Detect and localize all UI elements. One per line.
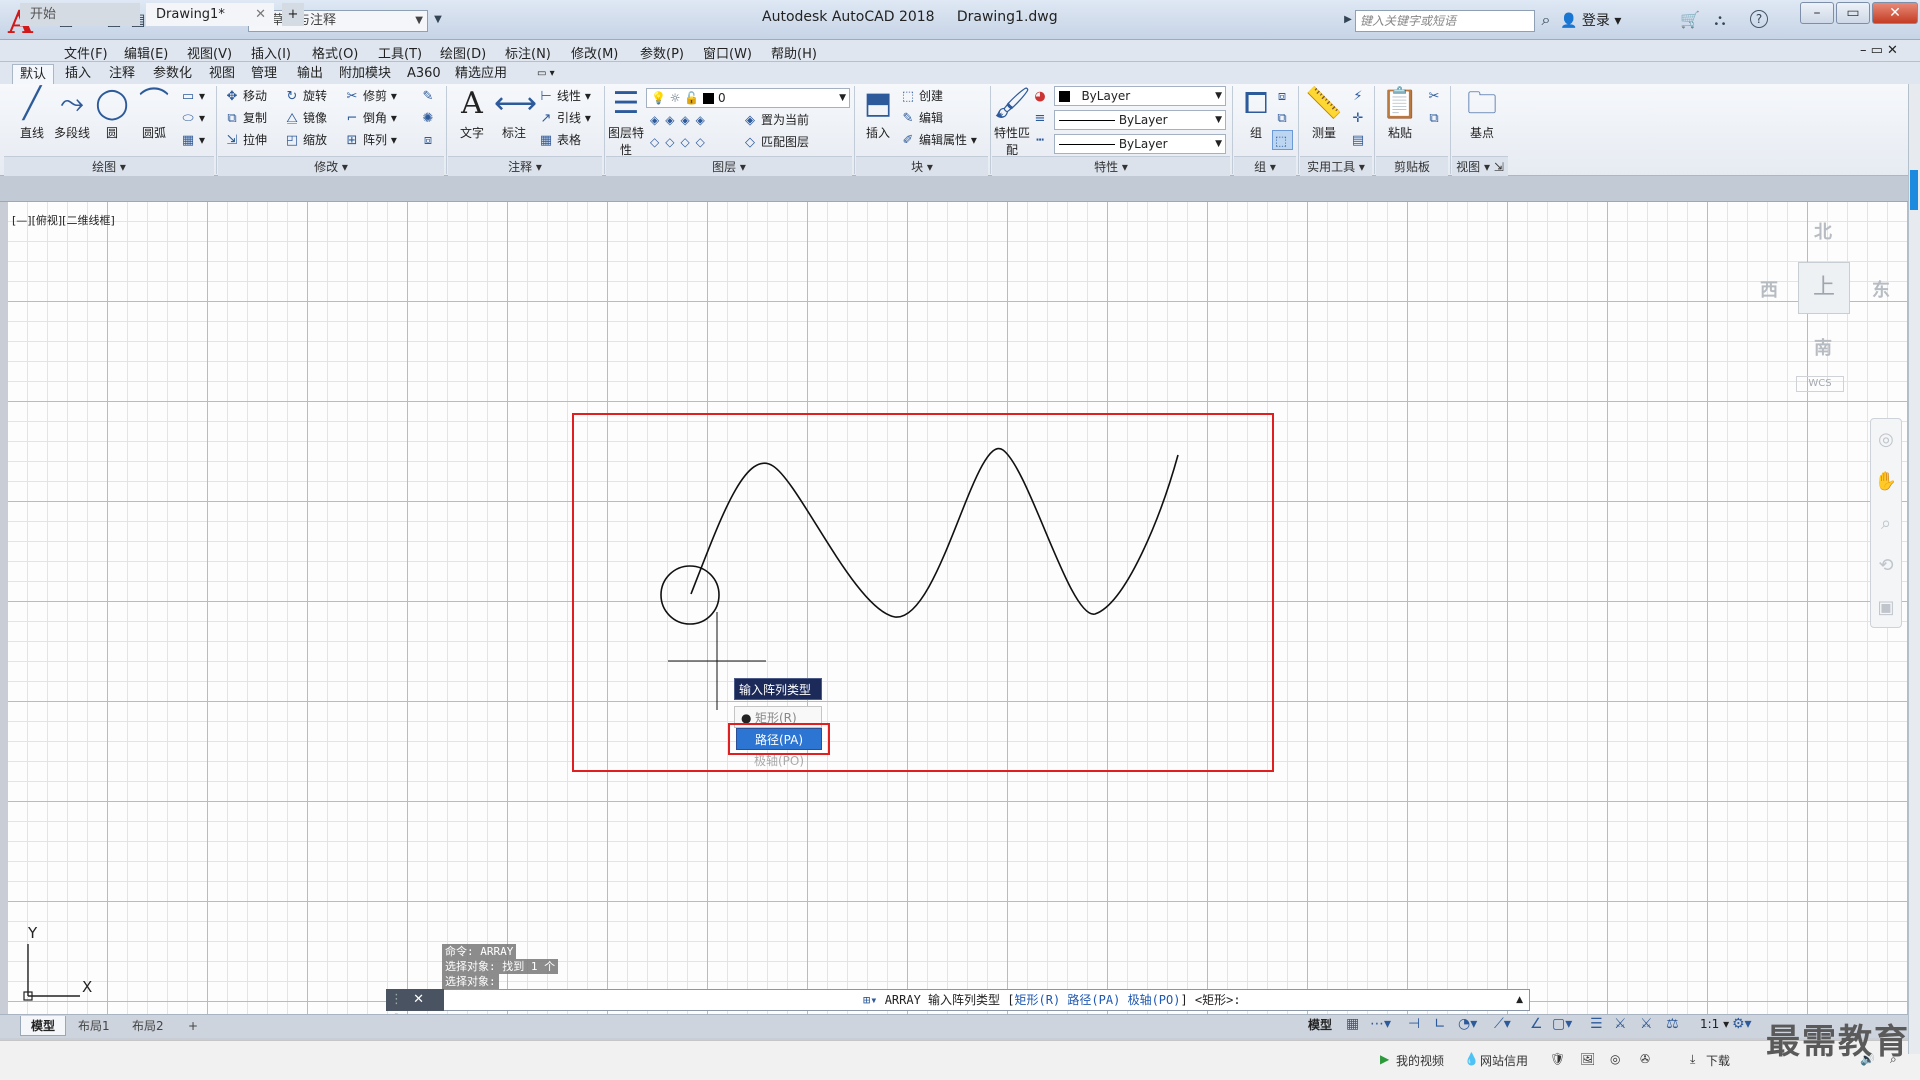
annotation-scale-text: 1:1 — [1700, 1017, 1720, 1031]
autoscale-icon[interactable]: ⚔ — [1640, 1016, 1653, 1032]
dynamic-input-prompt: 输入阵列类型 — [734, 678, 822, 700]
droplet-icon[interactable]: 💧 — [1464, 1052, 1479, 1066]
annotation-visibility-icon[interactable]: ⚔ — [1614, 1016, 1627, 1032]
ucs-y-label: Y — [28, 924, 38, 942]
vertical-scrollbar[interactable] — [1908, 84, 1920, 1054]
download-link[interactable]: 下载 — [1706, 1052, 1730, 1069]
command-history-line: 选择对象: 找到 1 个 — [442, 959, 559, 974]
orbit-icon[interactable]: ⟲ — [1871, 545, 1901, 587]
viewcube-north[interactable]: 北 — [1814, 218, 1832, 244]
viewcube-south[interactable]: 南 — [1814, 334, 1832, 360]
layout-tab-model[interactable]: 模型 — [20, 1016, 67, 1036]
image-icon[interactable]: 🖼 — [1580, 1052, 1595, 1066]
scrollbar-thumb[interactable] — [1910, 170, 1918, 210]
zoom-icon[interactable]: ⌕ — [1871, 503, 1901, 545]
close-command-line-icon[interactable]: ✕ — [407, 992, 424, 1007]
browser-icon[interactable]: ◎ — [1610, 1052, 1620, 1066]
grid-icon[interactable]: ▦ — [1346, 1016, 1359, 1032]
my-video-link[interactable]: 我的视频 — [1396, 1052, 1444, 1069]
new-layout-button[interactable]: + — [178, 1016, 208, 1036]
download-icon[interactable]: ⤓ — [1690, 1052, 1695, 1067]
highlight-region — [572, 413, 1274, 772]
shield-icon[interactable]: 🛡 — [1550, 1052, 1565, 1066]
navigation-bar: ◎ ✋ ⌕ ⟲ ▣ — [1870, 418, 1902, 628]
command-option-rectangular[interactable]: 矩形(R) — [1015, 993, 1061, 1007]
annotation-scale-icon[interactable]: ⚖ — [1666, 1016, 1679, 1032]
command-option-polar[interactable]: 极轴(PO) — [1128, 993, 1181, 1007]
autocad-window: A □ ▭ ▣ ▤ ⎙ ↶ ↷ ⚙ 草图与注释 ▼ ▼ Autodesk Aut… — [0, 0, 1920, 1080]
tool-icon[interactable]: ✇ — [1640, 1052, 1650, 1066]
layout-tab-layout2[interactable]: 布局2 — [122, 1016, 174, 1036]
system-taskbar — [0, 1040, 1920, 1080]
video-icon[interactable]: ▶ — [1380, 1052, 1389, 1066]
command-history-line: 命令: ARRAY — [442, 944, 517, 959]
array-icon: ⊞▾ — [863, 993, 878, 1007]
steering-wheel-icon[interactable]: ◎ — [1871, 419, 1901, 461]
snap-icon[interactable]: ⋯▾ — [1370, 1016, 1391, 1032]
command-prompt-suffix: ] <矩形>: — [1180, 993, 1241, 1007]
site-credit-link[interactable]: 网站信用 — [1480, 1052, 1528, 1069]
polar-tracking-icon[interactable]: ◔▾ — [1458, 1016, 1477, 1032]
status-model-space[interactable]: 模型 — [1308, 1016, 1332, 1033]
isodraft-icon[interactable]: ⟋▾ — [1494, 1016, 1511, 1032]
layout-tab-layout1[interactable]: 布局1 — [68, 1016, 120, 1036]
command-prompt-text: ⊞▾ ARRAY 输入阵列类型 [矩形(R) 路径(PA) 极轴(PO)] <矩… — [863, 990, 1241, 1010]
wcs-menu[interactable]: WCS — [1796, 376, 1844, 392]
command-line[interactable]: ⊞▾ ARRAY 输入阵列类型 [矩形(R) 路径(PA) 极轴(PO)] <矩… — [386, 989, 1530, 1011]
command-history-toggle-icon[interactable]: ▲ — [1516, 990, 1523, 1010]
osnap-icon[interactable]: ▢▾ — [1552, 1016, 1572, 1032]
viewcube-west[interactable]: 西 — [1760, 276, 1778, 302]
showmotion-icon[interactable]: ▣ — [1871, 587, 1901, 629]
viewcube-face[interactable]: 上 — [1798, 262, 1850, 314]
ortho-icon[interactable]: ∟ — [1434, 1016, 1446, 1032]
watermark: 最需教育 — [1766, 1022, 1910, 1062]
lineweight-toggle-icon[interactable]: ☰ — [1590, 1016, 1603, 1032]
command-option-path[interactable]: 路径(PA) — [1067, 993, 1120, 1007]
grip-icon[interactable]: ⋮ — [386, 992, 403, 1007]
viewcube-east[interactable]: 东 — [1872, 276, 1890, 302]
highlight-option-path — [728, 723, 830, 755]
workspace-switch-icon[interactable]: ⚙▾ — [1732, 1016, 1752, 1032]
ucs-x-label: X — [82, 978, 93, 996]
infer-constraints-icon[interactable]: ⊣ — [1408, 1016, 1420, 1032]
annotation-scale-value[interactable]: 1:1 ▾ — [1700, 1017, 1729, 1031]
command-history-line: 选择对象: — [442, 974, 499, 989]
pan-icon[interactable]: ✋ — [1871, 461, 1901, 503]
command-line-buttons: ⋮ ✕ 🔧 — [386, 989, 444, 1029]
osnap-tracking-icon[interactable]: ∠ — [1530, 1016, 1543, 1032]
layout-tabs-bar — [0, 1014, 1920, 1038]
command-prompt-prefix: ARRAY 输入阵列类型 [ — [884, 993, 1015, 1007]
